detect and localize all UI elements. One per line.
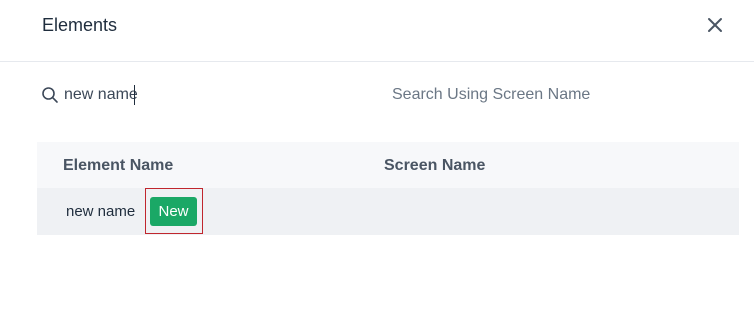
elements-table: Element Name Screen Name new name New: [37, 142, 739, 235]
text-cursor: [134, 85, 135, 105]
dialog-header: Elements: [0, 0, 754, 62]
column-header-element-name: Element Name: [63, 157, 174, 174]
table-row[interactable]: new name New: [37, 188, 739, 235]
close-button[interactable]: [704, 14, 726, 36]
table-header: Element Name Screen Name: [37, 142, 739, 188]
dialog-title: Elements: [42, 15, 118, 35]
close-icon: [704, 14, 726, 36]
column-header-screen-name: Screen Name: [384, 157, 486, 174]
elements-dialog: Elements Element Name Screen Name new na…: [0, 0, 754, 313]
search-row: [0, 78, 754, 112]
element-name-cell: new name: [66, 203, 136, 220]
screen-search-input[interactable]: [392, 84, 712, 106]
element-search-input[interactable]: [64, 84, 364, 106]
new-badge: New: [150, 197, 197, 226]
search-icon: [41, 86, 59, 104]
